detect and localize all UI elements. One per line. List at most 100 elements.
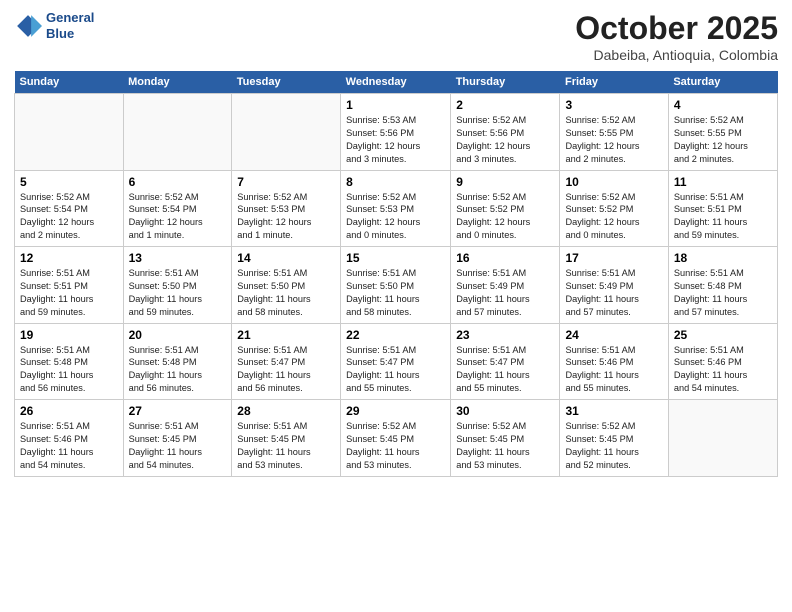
calendar-cell: 28Sunrise: 5:51 AMSunset: 5:45 PMDayligh… [232,400,341,477]
calendar-cell: 29Sunrise: 5:52 AMSunset: 5:45 PMDayligh… [341,400,451,477]
calendar-cell: 10 Sunrise: 5:52 AMSunset: 5:52 PMDayligh… [560,170,668,247]
day-info: Sunrise: 5:51 AMSunset: 5:46 PMDaylight:… [565,344,662,396]
day-info: Sunrise: 5:51 AMSunset: 5:47 PMDaylight:… [456,344,554,396]
day-number: 9 [456,175,554,189]
calendar-cell: 26 Sunrise: 5:51 AMSunset: 5:46 PMDayligh… [15,400,124,477]
calendar-cell: 23 Sunrise: 5:51 AMSunset: 5:47 PMDayligh… [451,323,560,400]
col-header-thursday: Thursday [451,71,560,94]
calendar-cell: 19Sunrise: 5:51 AMSunset: 5:48 PMDayligh… [15,323,124,400]
day-info: Sunrise: 5:52 AMSunset: 5:53 PMDaylight:… [237,191,335,243]
calendar-cell: 13 Sunrise: 5:51 AMSunset: 5:50 PMDayligh… [123,247,232,324]
day-info: Sunrise: 5:52 AMSunset: 5:45 PMDaylight:… [565,420,662,472]
day-number: 8 [346,175,445,189]
day-number: 1 [346,98,445,112]
day-info: Sunrise: 5:51 AMSunset: 5:45 PMDaylight:… [129,420,227,472]
calendar-week-2: 5 Sunrise: 5:52 AMSunset: 5:54 PMDaylight… [15,170,778,247]
day-number: 19 [20,328,118,342]
day-number: 20 [129,328,227,342]
col-header-wednesday: Wednesday [341,71,451,94]
day-info: Sunrise: 5:51 AMSunset: 5:46 PMDaylight:… [20,420,118,472]
day-number: 2 [456,98,554,112]
day-info: Sunrise: 5:52 AMSunset: 5:45 PMDaylight:… [456,420,554,472]
calendar-cell: 27 Sunrise: 5:51 AMSunset: 5:45 PMDayligh… [123,400,232,477]
day-info: Sunrise: 5:51 AMSunset: 5:48 PMDaylight:… [129,344,227,396]
day-number: 30 [456,404,554,418]
calendar-table: SundayMondayTuesdayWednesdayThursdayFrid… [14,71,778,477]
calendar-cell: 7 Sunrise: 5:52 AMSunset: 5:53 PMDaylight… [232,170,341,247]
calendar-cell: 6 Sunrise: 5:52 AMSunset: 5:54 PMDaylight… [123,170,232,247]
calendar-cell: 9 Sunrise: 5:52 AMSunset: 5:52 PMDaylight… [451,170,560,247]
calendar-header-row: SundayMondayTuesdayWednesdayThursdayFrid… [15,71,778,94]
calendar-cell [232,94,341,171]
day-info: Sunrise: 5:51 AMSunset: 5:50 PMDaylight:… [237,267,335,319]
calendar-cell: 1Sunrise: 5:53 AMSunset: 5:56 PMDaylight… [341,94,451,171]
day-info: Sunrise: 5:51 AMSunset: 5:47 PMDaylight:… [237,344,335,396]
calendar-cell [668,400,777,477]
month-title: October 2025 [575,10,778,47]
calendar-cell: 12 Sunrise: 5:51 AMSunset: 5:51 PMDayligh… [15,247,124,324]
calendar-cell: 24 Sunrise: 5:51 AMSunset: 5:46 PMDayligh… [560,323,668,400]
day-number: 12 [20,251,118,265]
day-number: 11 [674,175,772,189]
col-header-saturday: Saturday [668,71,777,94]
day-info: Sunrise: 5:51 AMSunset: 5:49 PMDaylight:… [456,267,554,319]
calendar-cell: 18Sunrise: 5:51 AMSunset: 5:48 PMDayligh… [668,247,777,324]
calendar-cell: 22 Sunrise: 5:51 AMSunset: 5:47 PMDayligh… [341,323,451,400]
title-block: October 2025 Dabeiba, Antioquia, Colombi… [575,10,778,63]
day-number: 18 [674,251,772,265]
day-number: 4 [674,98,772,112]
calendar-cell: 16 Sunrise: 5:51 AMSunset: 5:49 PMDayligh… [451,247,560,324]
calendar-cell: 14Sunrise: 5:51 AMSunset: 5:50 PMDayligh… [232,247,341,324]
calendar-cell: 3Sunrise: 5:52 AMSunset: 5:55 PMDaylight… [560,94,668,171]
day-number: 5 [20,175,118,189]
day-info: Sunrise: 5:52 AMSunset: 5:53 PMDaylight:… [346,191,445,243]
day-info: Sunrise: 5:52 AMSunset: 5:55 PMDaylight:… [674,114,772,166]
day-info: Sunrise: 5:52 AMSunset: 5:52 PMDaylight:… [456,191,554,243]
day-info: Sunrise: 5:51 AMSunset: 5:49 PMDaylight:… [565,267,662,319]
col-header-monday: Monday [123,71,232,94]
page-container: General Blue October 2025 Dabeiba, Antio… [0,0,792,612]
logo-icon [14,12,42,40]
day-number: 21 [237,328,335,342]
day-number: 13 [129,251,227,265]
calendar-cell: 15 Sunrise: 5:51 AMSunset: 5:50 PMDayligh… [341,247,451,324]
day-info: Sunrise: 5:52 AMSunset: 5:54 PMDaylight:… [20,191,118,243]
calendar-cell: 17 Sunrise: 5:51 AMSunset: 5:49 PMDayligh… [560,247,668,324]
calendar-cell: 20 Sunrise: 5:51 AMSunset: 5:48 PMDayligh… [123,323,232,400]
day-info: Sunrise: 5:52 AMSunset: 5:56 PMDaylight:… [456,114,554,166]
logo-text: General Blue [46,10,94,41]
calendar-cell: 5 Sunrise: 5:52 AMSunset: 5:54 PMDaylight… [15,170,124,247]
day-number: 16 [456,251,554,265]
day-number: 15 [346,251,445,265]
day-number: 6 [129,175,227,189]
calendar-cell: 11Sunrise: 5:51 AMSunset: 5:51 PMDayligh… [668,170,777,247]
day-info: Sunrise: 5:51 AMSunset: 5:50 PMDaylight:… [129,267,227,319]
calendar-cell [15,94,124,171]
day-info: Sunrise: 5:51 AMSunset: 5:51 PMDaylight:… [20,267,118,319]
day-info: Sunrise: 5:51 AMSunset: 5:50 PMDaylight:… [346,267,445,319]
day-info: Sunrise: 5:52 AMSunset: 5:52 PMDaylight:… [565,191,662,243]
day-number: 7 [237,175,335,189]
day-number: 27 [129,404,227,418]
day-info: Sunrise: 5:51 AMSunset: 5:46 PMDaylight:… [674,344,772,396]
col-header-friday: Friday [560,71,668,94]
day-number: 31 [565,404,662,418]
col-header-tuesday: Tuesday [232,71,341,94]
calendar-cell: 4 Sunrise: 5:52 AMSunset: 5:55 PMDaylight… [668,94,777,171]
calendar-week-3: 12 Sunrise: 5:51 AMSunset: 5:51 PMDayligh… [15,247,778,324]
col-header-sunday: Sunday [15,71,124,94]
logo: General Blue [14,10,94,41]
day-info: Sunrise: 5:51 AMSunset: 5:45 PMDaylight:… [237,420,335,472]
day-number: 22 [346,328,445,342]
day-info: Sunrise: 5:52 AMSunset: 5:55 PMDaylight:… [565,114,662,166]
location-subtitle: Dabeiba, Antioquia, Colombia [575,47,778,63]
day-number: 23 [456,328,554,342]
day-number: 10 [565,175,662,189]
day-info: Sunrise: 5:52 AMSunset: 5:54 PMDaylight:… [129,191,227,243]
calendar-cell: 2 Sunrise: 5:52 AMSunset: 5:56 PMDaylight… [451,94,560,171]
day-info: Sunrise: 5:51 AMSunset: 5:47 PMDaylight:… [346,344,445,396]
day-number: 25 [674,328,772,342]
day-number: 17 [565,251,662,265]
day-number: 24 [565,328,662,342]
day-number: 26 [20,404,118,418]
